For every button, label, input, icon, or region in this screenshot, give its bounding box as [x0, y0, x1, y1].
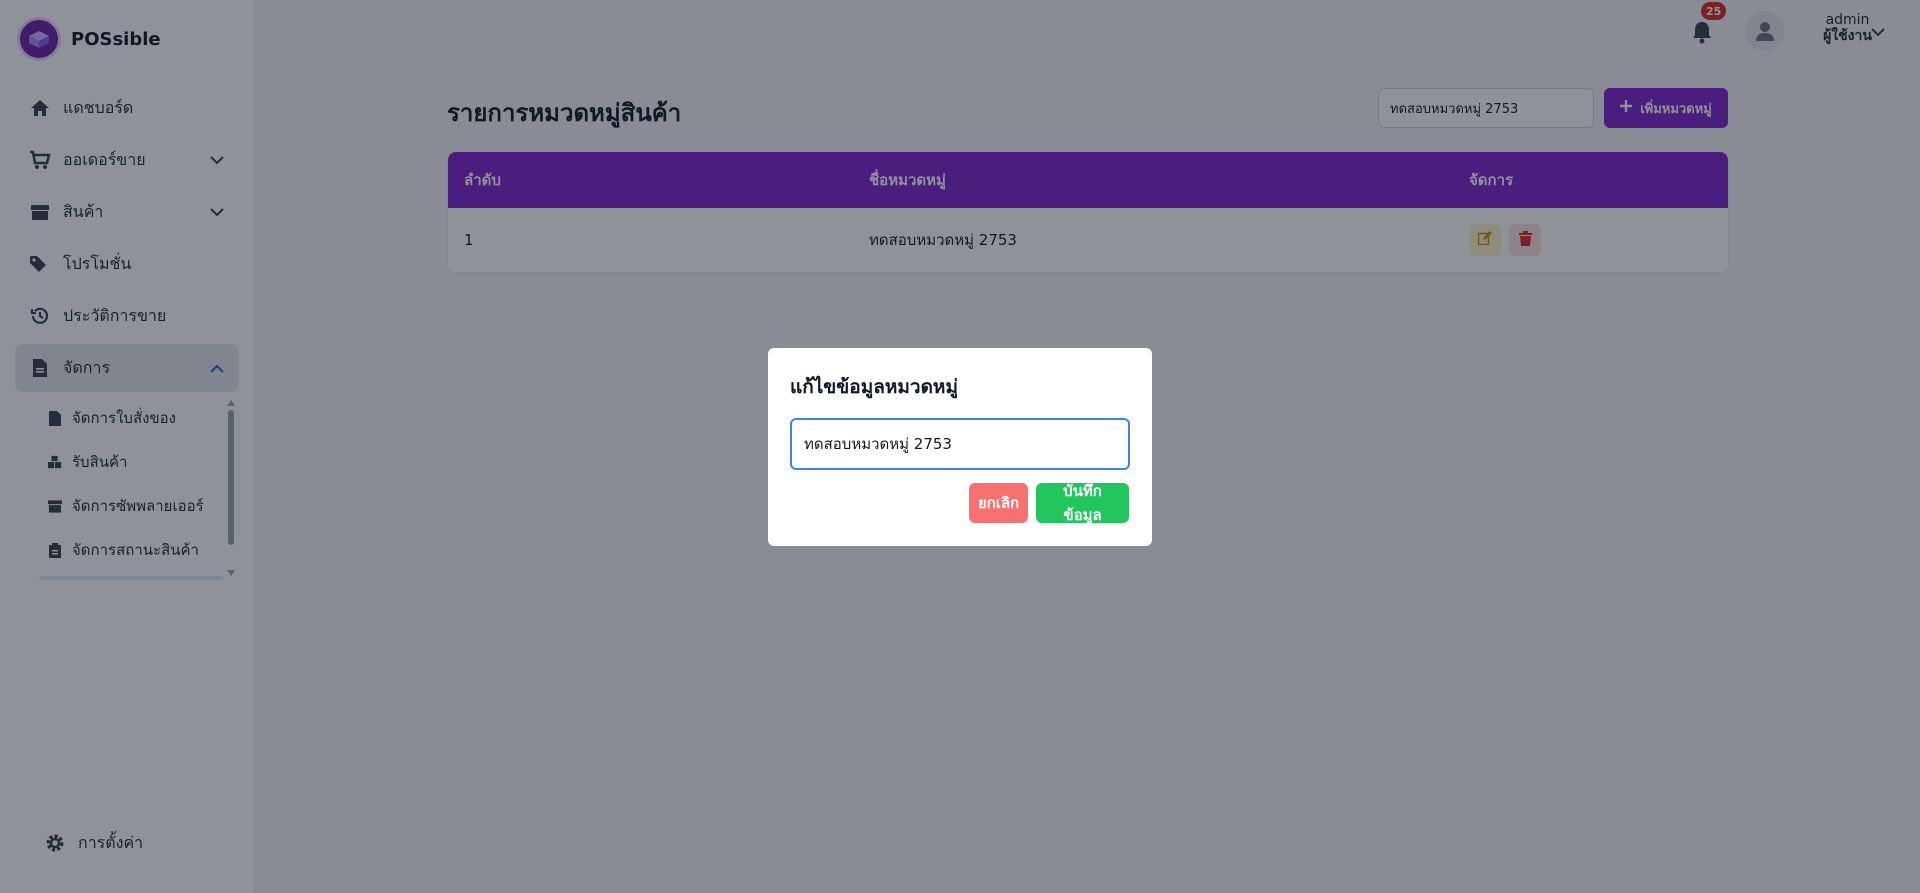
cancel-button[interactable]: ยกเลิก — [969, 483, 1028, 523]
category-name-input[interactable] — [790, 418, 1130, 470]
modal-title: แก้ไขข้อมูลหมวดหมู่ — [790, 376, 958, 398]
save-button[interactable]: บันทึกข้อมูล — [1036, 482, 1129, 524]
modal-actions: ยกเลิก บันทึกข้อมูล — [969, 482, 1129, 524]
edit-category-modal: แก้ไขข้อมูลหมวดหมู่ ยกเลิก บันทึกข้อมูล — [768, 348, 1152, 546]
